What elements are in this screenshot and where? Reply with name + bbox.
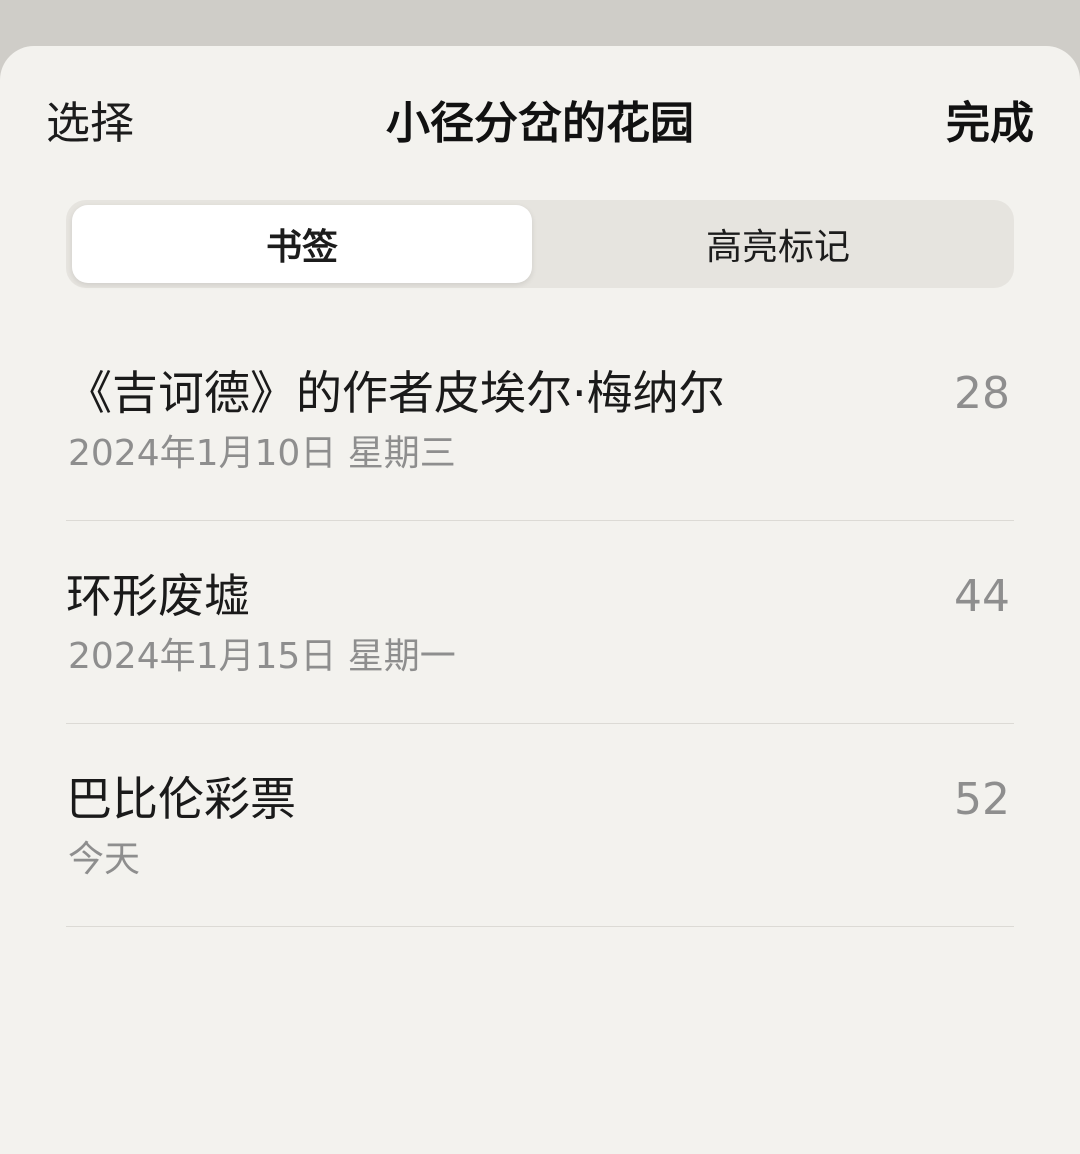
bookmark-page-number: 52 [954, 774, 1010, 825]
bookmark-title: 环形废墟 [66, 569, 250, 623]
book-title: 小径分岔的花园 [386, 98, 694, 149]
done-button[interactable]: 完成 [946, 98, 1034, 150]
bookmark-page-number: 28 [954, 368, 1010, 419]
bookmark-title: 巴比伦彩票 [66, 772, 296, 826]
bookmark-title: 《吉诃德》的作者皮埃尔·梅纳尔 [66, 366, 725, 420]
navigation-bar: 选择 小径分岔的花园 完成 [0, 46, 1080, 206]
bookmark-date: 今天 [68, 839, 141, 880]
bookmark-date: 2024年1月15日 星期一 [68, 636, 456, 677]
tab-highlights[interactable]: 高亮标记 [548, 205, 1008, 283]
bookmark-date: 2024年1月10日 星期三 [68, 433, 456, 474]
bookmark-list: 《吉诃德》的作者皮埃尔·梅纳尔 2024年1月10日 星期三 28 环形废墟 2… [66, 318, 1014, 927]
tab-bookmarks[interactable]: 书签 [72, 205, 532, 283]
segmented-control: 书签 高亮标记 [66, 200, 1014, 288]
bookmarks-sheet: 选择 小径分岔的花园 完成 书签 高亮标记 《吉诃德》的作者皮埃尔·梅纳尔 20… [0, 46, 1080, 1154]
bookmark-row[interactable]: 《吉诃德》的作者皮埃尔·梅纳尔 2024年1月10日 星期三 28 [66, 318, 1014, 521]
bookmark-row[interactable]: 环形废墟 2024年1月15日 星期一 44 [66, 521, 1014, 724]
bookmark-page-number: 44 [954, 571, 1010, 622]
bookmark-row[interactable]: 巴比伦彩票 今天 52 [66, 724, 1014, 927]
select-button[interactable]: 选择 [46, 98, 134, 150]
